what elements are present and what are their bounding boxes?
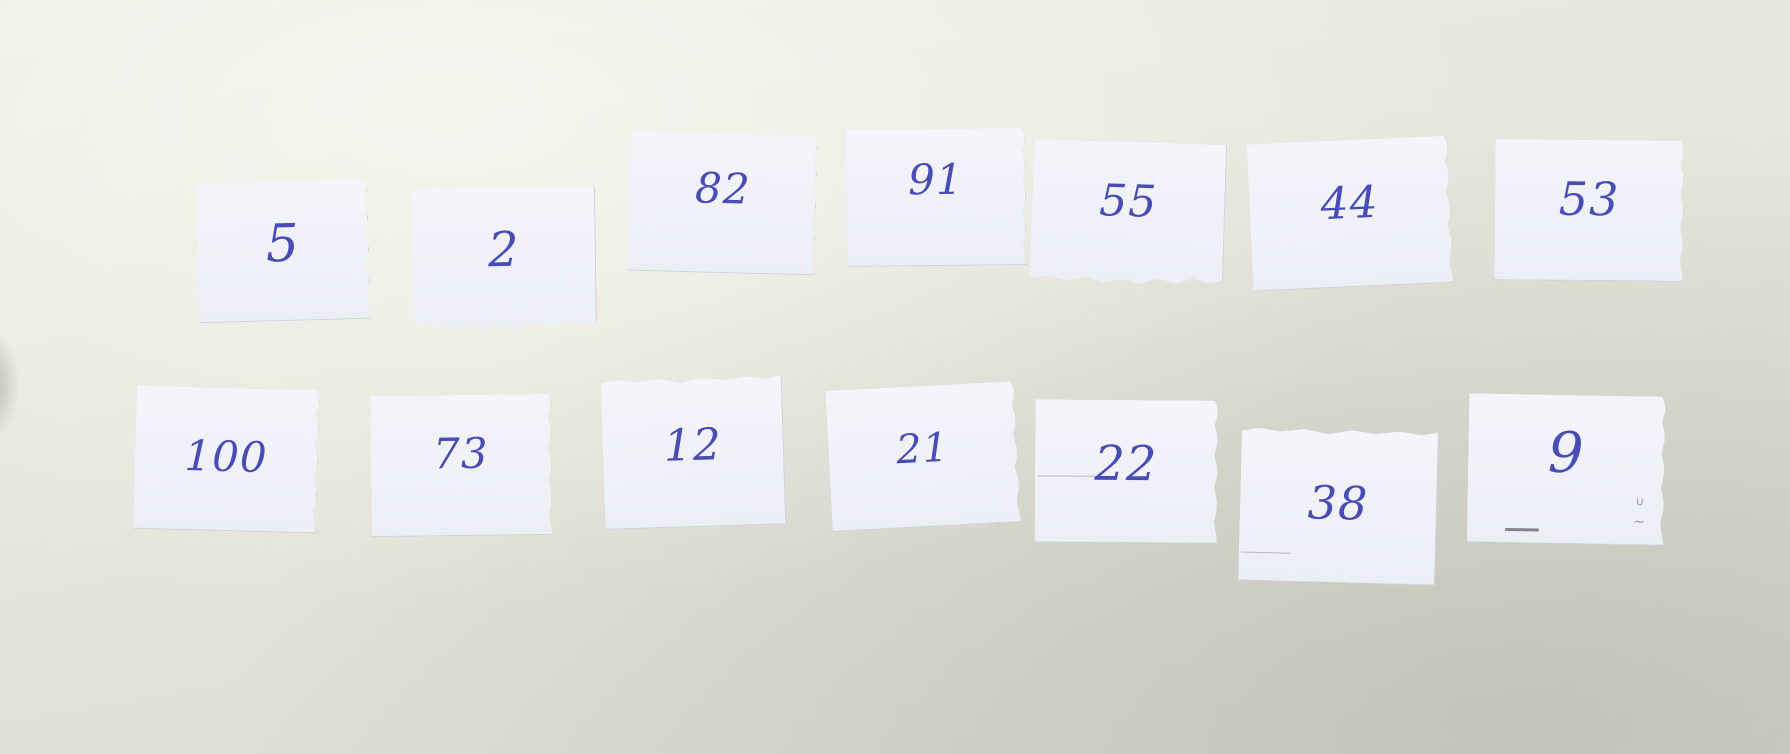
card-number: 100: [183, 430, 269, 483]
card-number: 73: [432, 428, 489, 479]
paper-card[interactable]: 53: [1494, 139, 1684, 282]
card-number: 5: [264, 213, 301, 275]
card-number: 91: [907, 154, 964, 205]
paper-card[interactable]: 100: [133, 386, 320, 534]
card-number: 38: [1307, 475, 1370, 531]
scribble-mark: ~: [1632, 514, 1645, 531]
paper-card[interactable]: 12: [601, 375, 787, 530]
paper-card[interactable]: 9 ~ ∪: [1467, 393, 1667, 545]
paper-card[interactable]: 2: [412, 187, 597, 333]
card-number: 2: [487, 221, 521, 279]
paper-card[interactable]: 21: [825, 381, 1021, 532]
paper-card[interactable]: 73: [370, 394, 553, 537]
card-number: 53: [1558, 171, 1620, 227]
card-number: 22: [1094, 435, 1158, 493]
paper-card[interactable]: 5: [196, 180, 371, 323]
paper-card[interactable]: 55: [1030, 139, 1227, 288]
table-surface: [0, 0, 1790, 754]
pen-mark: [1505, 528, 1539, 532]
card-number: 12: [662, 419, 723, 472]
paper-card[interactable]: 82: [628, 132, 818, 276]
card-number: 9: [1547, 420, 1586, 487]
paper-card[interactable]: 91: [846, 128, 1026, 267]
card-number: 44: [1319, 176, 1380, 231]
pen-mark: [1241, 551, 1291, 553]
paper-card[interactable]: 44: [1247, 136, 1454, 292]
card-number: 21: [894, 424, 951, 474]
card-number: 55: [1098, 175, 1159, 228]
paper-card[interactable]: 38: [1238, 427, 1439, 585]
scribble-mark: ∪: [1635, 494, 1645, 509]
card-number: 82: [694, 163, 752, 214]
paper-card[interactable]: 22: [1035, 399, 1219, 543]
